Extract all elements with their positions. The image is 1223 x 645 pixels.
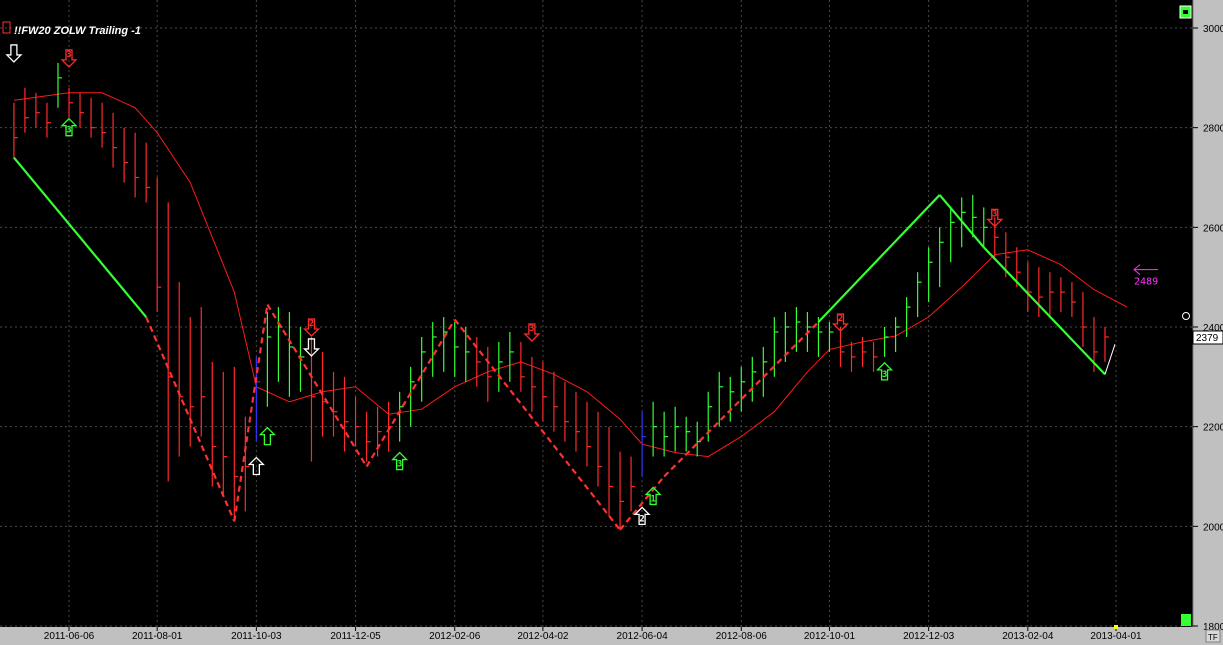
x-tick-label: 2013-04-01 [1090, 631, 1142, 642]
x-tick-label: 2012-12-03 [903, 631, 955, 642]
x-tick-label: 2012-06-04 [617, 631, 669, 642]
signal-label: 3 [397, 460, 402, 470]
y-tick-label: 2000 [1203, 522, 1223, 533]
signal-label: 1 [650, 494, 655, 504]
price-level-marker-icon [1182, 312, 1190, 320]
signal-label: 3 [882, 370, 887, 380]
y-tick-label: 2600 [1203, 223, 1223, 234]
signal-label: 3 [66, 126, 71, 136]
scroll-bottom-button[interactable] [1181, 614, 1191, 626]
x-tick-label: 2011-12-05 [330, 631, 381, 642]
timeframe-label: TF [1208, 633, 1218, 642]
y-tick-label: 2200 [1203, 423, 1223, 434]
x-tick-label: 2012-04-02 [517, 631, 569, 642]
annotation-value-label: 2489 [1134, 277, 1158, 288]
signal-label: 2 [309, 319, 314, 329]
y-tick-label: 3000 [1203, 24, 1223, 35]
x-tick-label: 2012-08-06 [716, 631, 768, 642]
x-tick-label: 2012-02-06 [429, 631, 481, 642]
chart-window: 3323321233 2489 1800 2000 2200 2400 2600 2800… [0, 0, 1223, 645]
time-cursor-marker [1114, 625, 1118, 629]
y-tick-label: 2800 [1203, 124, 1223, 135]
signal-label: 3 [529, 324, 534, 334]
signal-label: 2 [639, 514, 644, 524]
x-tick-label: 2011-10-03 [231, 631, 282, 642]
x-tick-label: 2011-06-06 [44, 631, 95, 642]
signal-label: 2 [838, 314, 843, 324]
last-price-label: 2379 [1196, 333, 1219, 344]
chart-title: !!FW20 ZOLW Trailing -1 [14, 25, 141, 37]
x-tick-label: 2012-10-01 [804, 631, 856, 642]
timeframe-button[interactable]: TF [1205, 629, 1221, 643]
x-tick-label: 2013-02-04 [1002, 631, 1054, 642]
x-tick-label: 2011-08-01 [132, 631, 183, 642]
signal-label: 3 [992, 209, 997, 219]
last-price-box: 2379 [1192, 330, 1223, 345]
signal-label: 3 [66, 50, 71, 60]
scroll-top-button[interactable] [1179, 5, 1192, 19]
price-chart[interactable]: 3323321233 2489 180020002200240026002800… [0, 0, 1223, 645]
